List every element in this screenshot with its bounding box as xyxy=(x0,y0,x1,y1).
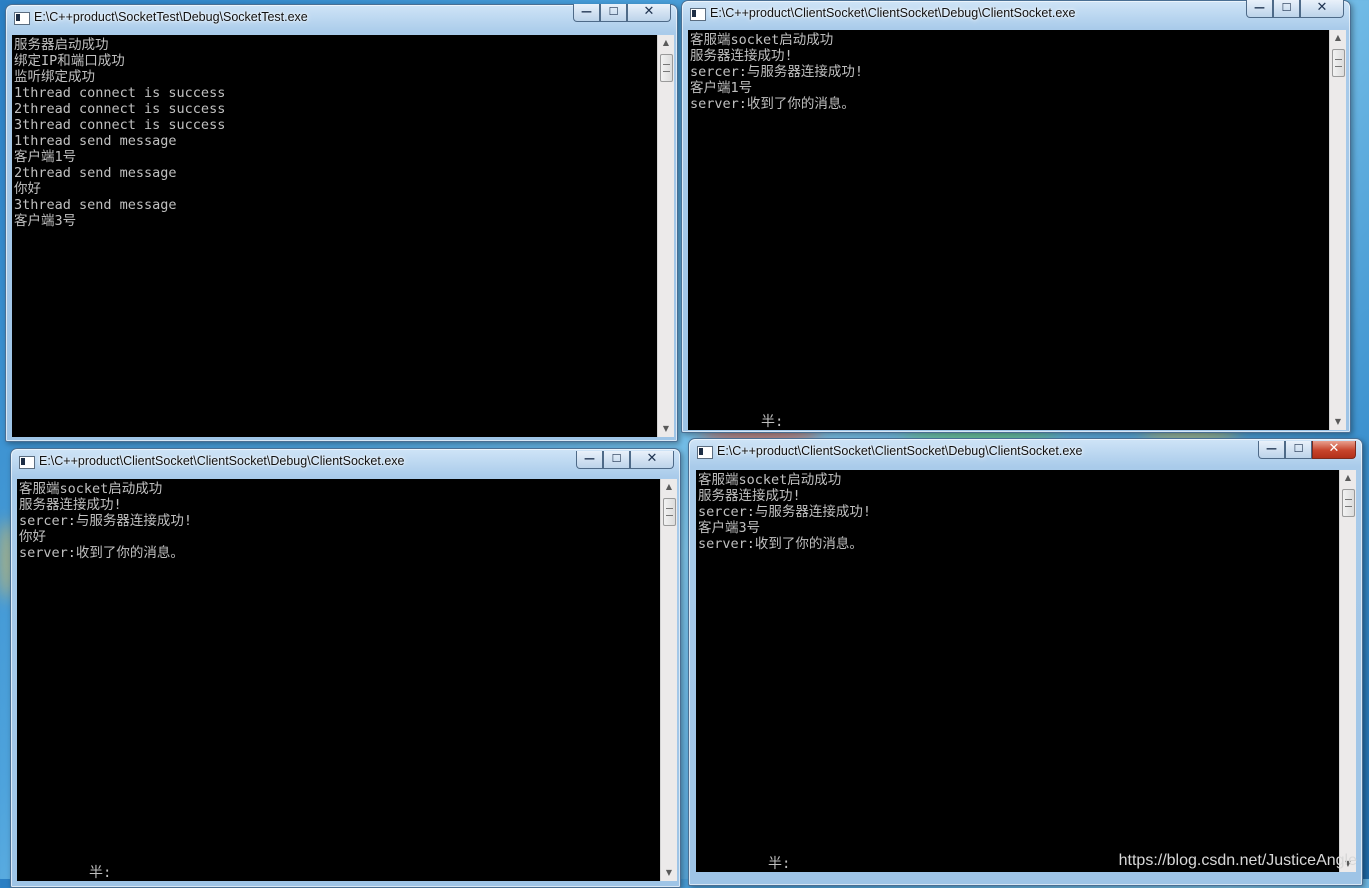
vertical-scrollbar[interactable]: ▲ ▼ xyxy=(1339,470,1356,872)
console-line: 客户端3号 xyxy=(698,520,761,536)
client-console-window-3[interactable]: E:\C++product\ClientSocket\ClientSocket\… xyxy=(688,438,1363,886)
window-controls: — ☐ ✕ xyxy=(1246,0,1344,19)
close-button[interactable]: ✕ xyxy=(627,4,671,22)
window-controls: — ☐ ✕ xyxy=(573,4,671,23)
window-controls: — ☐ ✕ xyxy=(1258,441,1356,460)
minimize-button[interactable]: — xyxy=(1258,441,1285,459)
console-output[interactable]: 客服端socket启动成功 服务器连接成功! sercer:与服务器连接成功! … xyxy=(688,30,1346,430)
console-line: sercer:与服务器连接成功! xyxy=(698,504,872,520)
window-title: E:\C++product\ClientSocket\ClientSocket\… xyxy=(39,454,405,468)
vertical-scrollbar[interactable]: ▲ ▼ xyxy=(657,35,674,437)
scroll-thumb[interactable] xyxy=(1342,489,1355,517)
console-line: 3thread send message xyxy=(14,197,177,213)
scroll-thumb[interactable] xyxy=(660,54,673,82)
console-line: 你好 xyxy=(19,529,46,545)
console-line: 客服端socket启动成功 xyxy=(19,481,163,497)
vertical-scrollbar[interactable]: ▲ ▼ xyxy=(660,479,677,881)
ime-status-indicator: 半: xyxy=(761,414,784,430)
console-line: 客户端1号 xyxy=(690,80,753,96)
maximize-button[interactable]: ☐ xyxy=(600,4,627,22)
title-bar[interactable]: E:\C++product\ClientSocket\ClientSocket\… xyxy=(11,449,680,475)
maximize-button[interactable]: ☐ xyxy=(1285,441,1312,459)
window-title: E:\C++product\SocketTest\Debug\SocketTes… xyxy=(34,10,308,24)
scroll-up-arrow-icon[interactable]: ▲ xyxy=(1330,30,1346,46)
scroll-thumb[interactable] xyxy=(1332,49,1345,77)
server-console-window[interactable]: E:\C++product\SocketTest\Debug\SocketTes… xyxy=(5,4,678,442)
console-line: 客服端socket启动成功 xyxy=(698,472,842,488)
console-line: 服务器连接成功! xyxy=(690,48,793,64)
console-app-icon[interactable] xyxy=(690,8,706,21)
console-line: 客户端3号 xyxy=(14,213,77,229)
console-line: 客户端1号 xyxy=(14,149,77,165)
scroll-up-arrow-icon[interactable]: ▲ xyxy=(661,479,677,495)
console-line: server:收到了你的消息。 xyxy=(690,96,855,112)
console-app-icon[interactable] xyxy=(19,456,35,469)
console-line: 客服端socket启动成功 xyxy=(690,32,834,48)
maximize-button[interactable]: ☐ xyxy=(603,451,630,469)
title-bar[interactable]: E:\C++product\SocketTest\Debug\SocketTes… xyxy=(6,4,677,31)
console-line: server:收到了你的消息。 xyxy=(698,536,863,552)
close-button[interactable]: ✕ xyxy=(630,451,674,469)
console-line: 服务器连接成功! xyxy=(19,497,122,513)
title-bar[interactable]: E:\C++product\ClientSocket\ClientSocket\… xyxy=(682,0,1350,27)
console-line: 2thread send message xyxy=(14,165,177,181)
ime-status-indicator: 半: xyxy=(768,856,791,872)
minimize-button[interactable]: — xyxy=(1246,0,1273,18)
console-line: sercer:与服务器连接成功! xyxy=(690,64,864,80)
vertical-scrollbar[interactable]: ▲ ▼ xyxy=(1329,30,1346,430)
console-app-icon[interactable] xyxy=(14,12,30,25)
scroll-up-arrow-icon[interactable]: ▲ xyxy=(658,35,674,51)
maximize-button[interactable]: ☐ xyxy=(1273,0,1300,18)
window-controls: — ☐ ✕ xyxy=(576,451,674,470)
console-line: server:收到了你的消息。 xyxy=(19,545,184,561)
minimize-button[interactable]: — xyxy=(576,451,603,469)
console-line: 2thread connect is success xyxy=(14,101,226,117)
watermark: https://blog.csdn.net/JusticeAngle xyxy=(1118,852,1357,869)
console-line: 你好 xyxy=(14,181,41,197)
console-output[interactable]: 客服端socket启动成功 服务器连接成功! sercer:与服务器连接成功! … xyxy=(17,479,677,881)
scroll-up-arrow-icon[interactable]: ▲ xyxy=(1340,470,1356,486)
minimize-button[interactable]: — xyxy=(573,4,600,22)
client-console-window-1[interactable]: E:\C++product\ClientSocket\ClientSocket\… xyxy=(681,0,1351,433)
close-button[interactable]: ✕ xyxy=(1300,0,1344,18)
console-line: sercer:与服务器连接成功! xyxy=(19,513,193,529)
scroll-down-arrow-icon[interactable]: ▼ xyxy=(1330,414,1346,430)
close-button[interactable]: ✕ xyxy=(1312,441,1356,459)
console-app-icon[interactable] xyxy=(697,446,713,459)
title-bar[interactable]: E:\C++product\ClientSocket\ClientSocket\… xyxy=(689,439,1362,465)
console-line: 监听绑定成功 xyxy=(14,69,95,85)
console-line: 绑定IP和端口成功 xyxy=(14,53,125,69)
console-line: 服务器启动成功 xyxy=(14,37,109,53)
window-title: E:\C++product\ClientSocket\ClientSocket\… xyxy=(717,444,1083,458)
console-line: 3thread connect is success xyxy=(14,117,226,133)
console-output[interactable]: 服务器启动成功 绑定IP和端口成功 监听绑定成功 1thread connect… xyxy=(12,35,674,437)
client-console-window-2[interactable]: E:\C++product\ClientSocket\ClientSocket\… xyxy=(10,448,681,888)
console-output[interactable]: 客服端socket启动成功 服务器连接成功! sercer:与服务器连接成功! … xyxy=(696,470,1356,872)
scroll-thumb[interactable] xyxy=(663,498,676,526)
window-title: E:\C++product\ClientSocket\ClientSocket\… xyxy=(710,6,1076,20)
console-line: 服务器连接成功! xyxy=(698,488,801,504)
console-line: 1thread send message xyxy=(14,133,177,149)
console-line: 1thread connect is success xyxy=(14,85,226,101)
scroll-down-arrow-icon[interactable]: ▼ xyxy=(658,421,674,437)
